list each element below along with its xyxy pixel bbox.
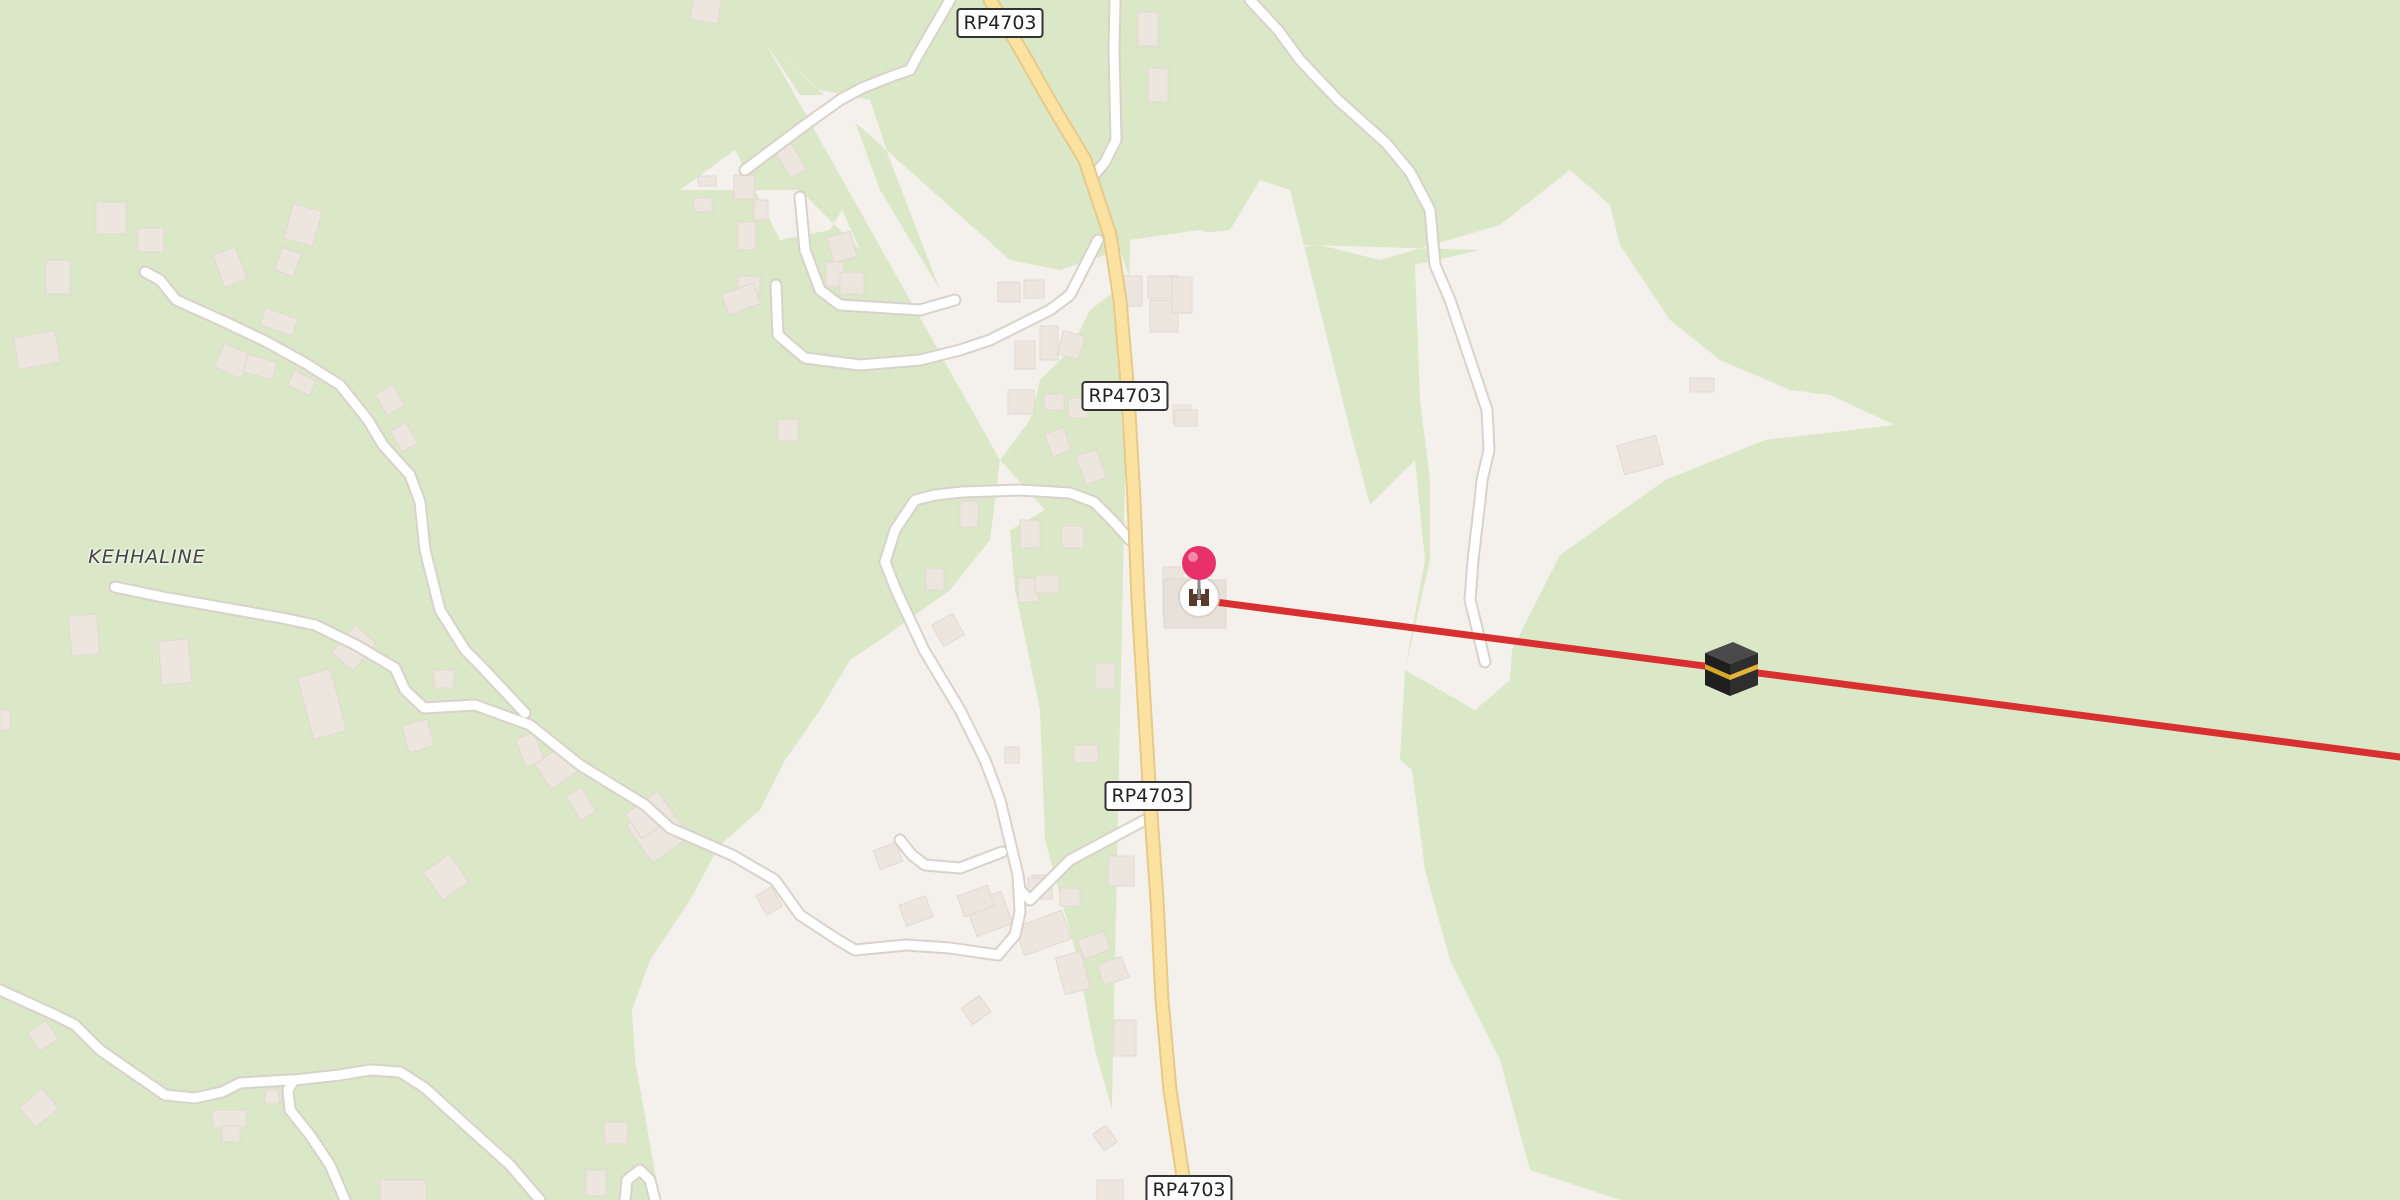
place-label-kehhaline: KEHHALINE [88, 546, 206, 568]
road-label-rp4703: RP4703 [1104, 781, 1192, 811]
map-view[interactable]: RP4703 RP4703 RP4703 RP4703 KEHHALINE [0, 0, 2400, 1200]
kaaba-icon[interactable] [1705, 642, 1758, 696]
map-canvas [0, 0, 2400, 1200]
road-label-rp4703: RP4703 [956, 8, 1044, 38]
road-label-rp4703: RP4703 [1081, 381, 1169, 411]
road-label-rp4703: RP4703 [1145, 1175, 1233, 1200]
